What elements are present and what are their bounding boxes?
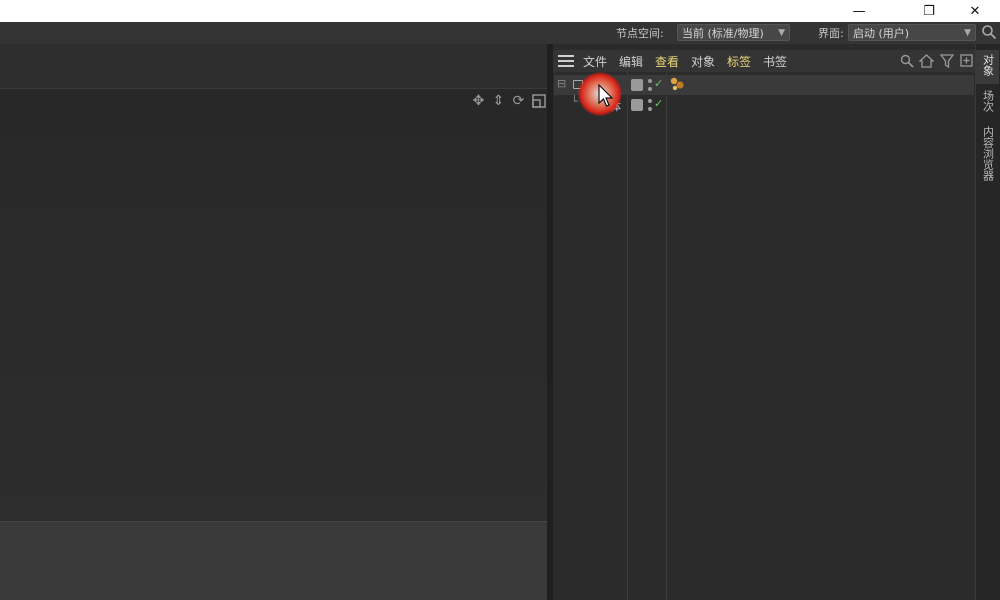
restore-button[interactable]: ❐ [906, 0, 952, 22]
move-view-icon[interactable]: ✥ [470, 92, 487, 109]
new-window-icon[interactable] [958, 52, 975, 69]
layer-icon[interactable] [631, 79, 643, 91]
node-space-value: 当前 (标准/物理) [682, 26, 764, 40]
hamburger-menu-icon[interactable] [558, 54, 574, 68]
viewport-bottom-panel [0, 521, 547, 600]
filter-icon[interactable] [938, 52, 955, 69]
object-list[interactable] [553, 72, 975, 600]
search-icon[interactable] [981, 24, 997, 40]
visibility-dots-icon[interactable] [648, 99, 652, 111]
chevron-down-icon: ▼ [778, 27, 785, 38]
layer-icon[interactable] [631, 99, 643, 111]
visibility-dots-icon[interactable] [648, 79, 652, 91]
tab-takes[interactable]: 场次 [976, 86, 999, 120]
check-icon[interactable]: ✓ [654, 97, 663, 110]
tab-objects[interactable]: 对象 [976, 50, 999, 84]
home-icon[interactable] [918, 52, 935, 69]
column-separator [666, 72, 667, 600]
tree-expand-icon[interactable]: ⊟ [557, 77, 566, 90]
viewport-canvas[interactable] [0, 89, 547, 521]
layout-label: 界面: [818, 27, 844, 40]
chevron-down-icon: ▼ [964, 27, 971, 38]
viewport-header [0, 44, 547, 89]
menu-bookmarks[interactable]: 书签 [763, 53, 787, 70]
node-space-dropdown[interactable]: 当前 (标准/物理) ▼ [677, 24, 790, 41]
menu-tags[interactable]: 标签 [727, 53, 751, 70]
mouse-cursor-icon [598, 83, 614, 108]
layout-dropdown[interactable]: 启动 (用户) ▼ [848, 24, 976, 41]
tab-content-browser[interactable]: 内容浏览器 [976, 122, 999, 184]
check-icon[interactable]: ✓ [654, 77, 663, 90]
column-separator [627, 72, 628, 600]
rotate-view-icon[interactable]: ⟳ [510, 92, 527, 109]
close-button[interactable]: ✕ [952, 0, 998, 22]
layout-value: 启动 (用户) [853, 26, 910, 40]
tree-branch-icon: └ [571, 95, 578, 108]
search-icon[interactable] [898, 52, 915, 69]
minimize-button[interactable]: — [836, 0, 882, 22]
menu-view[interactable]: 查看 [655, 53, 679, 70]
maximize-view-icon[interactable] [530, 92, 547, 109]
menu-file[interactable]: 文件 [583, 53, 607, 70]
menu-object[interactable]: 对象 [691, 53, 715, 70]
menu-edit[interactable]: 编辑 [619, 53, 643, 70]
material-tag-icon[interactable] [669, 76, 685, 92]
zoom-view-icon[interactable]: ⇕ [490, 92, 507, 109]
node-space-label: 节点空间: [616, 27, 664, 40]
